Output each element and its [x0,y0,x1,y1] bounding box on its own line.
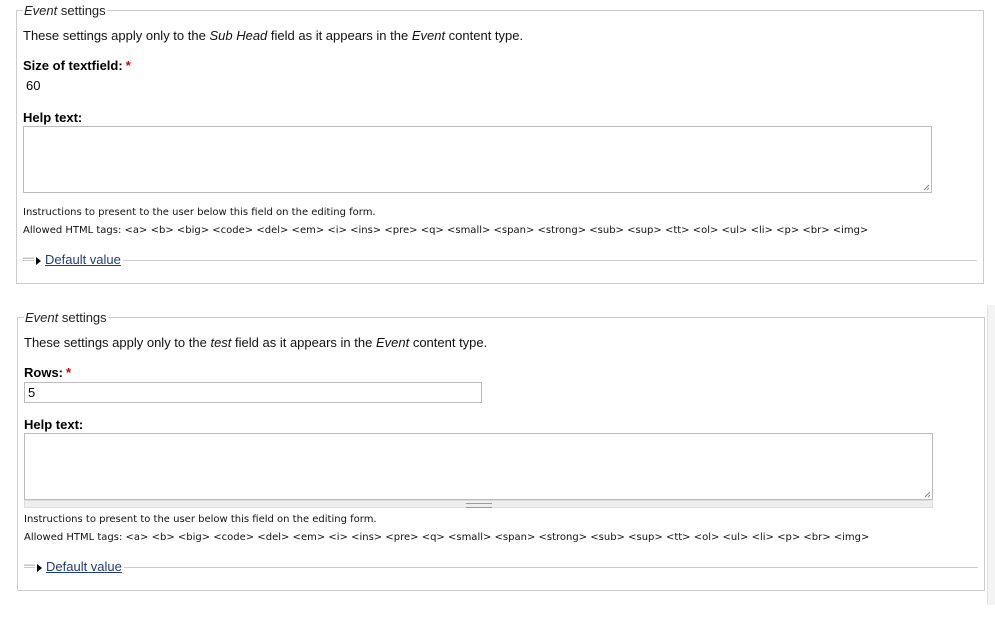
help-text-textarea[interactable] [24,433,933,500]
default-value-divider [24,567,978,568]
fieldset-legend: Event settings [24,310,108,325]
required-marker: * [66,365,72,380]
help-text-textarea[interactable] [23,126,932,193]
collapse-dash: — [24,559,35,571]
fieldset-legend: Event settings [23,3,107,18]
allowed-html-tags: Allowed HTML tags: <a> <b> <big> <code> … [23,225,869,236]
help-text-label: Help text: [24,417,84,432]
allowed-html-tags: Allowed HTML tags: <a> <b> <big> <code> … [24,532,870,543]
settings-description: These settings apply only to the test fi… [24,335,488,350]
help-text-label: Help text: [23,110,83,125]
default-value-link[interactable]: Default value [45,252,121,267]
size-of-textfield-value[interactable]: 60 [26,78,40,93]
rows-label: Rows: * [24,365,72,380]
default-value-collapsible[interactable]: Default value [35,559,124,574]
size-of-textfield-label: Size of textfield: * [23,58,131,73]
help-text-instructions: Instructions to present to the user belo… [23,207,376,218]
vertical-scrollbar[interactable] [987,305,995,605]
collapse-dash: — [23,252,34,264]
settings-description: These settings apply only to the Sub Hea… [23,28,524,43]
field-settings-fieldset-1: Event settings These settings apply only… [16,3,984,284]
resize-handle-icon[interactable] [922,183,930,191]
grippie-lines-icon [465,503,492,508]
textarea-grippie[interactable] [24,500,933,508]
required-marker: * [125,58,131,73]
resize-handle-icon[interactable] [923,490,931,498]
default-value-collapsible[interactable]: Default value [34,252,123,267]
rows-input[interactable] [24,382,482,403]
help-text-instructions: Instructions to present to the user belo… [24,514,377,525]
expand-arrow-icon [36,256,41,265]
default-value-link[interactable]: Default value [46,559,122,574]
expand-arrow-icon [37,563,42,572]
default-value-divider [23,260,977,261]
field-settings-fieldset-2: Event settings These settings apply only… [17,310,985,591]
